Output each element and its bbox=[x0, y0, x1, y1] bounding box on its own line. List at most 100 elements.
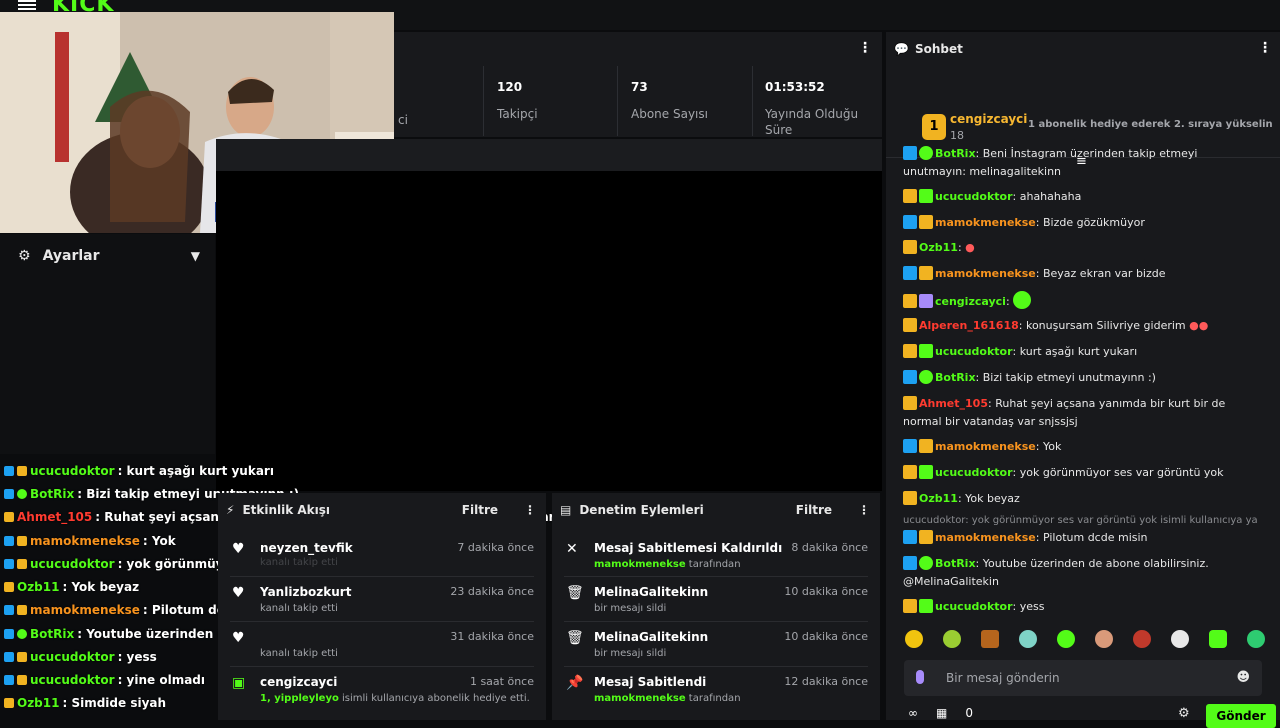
chat-message: ucucudoktor: ahahahaha bbox=[903, 188, 1260, 206]
pin-icon: 📌 bbox=[566, 675, 584, 691]
emote-button[interactable] bbox=[905, 630, 923, 648]
emote bbox=[1013, 291, 1032, 309]
moderation-menu-icon[interactable]: ⋮ bbox=[858, 503, 870, 517]
send-button[interactable]: Gönder bbox=[1206, 704, 1276, 728]
stat-uptime-value: 01:53:52 bbox=[765, 80, 825, 94]
emote-button[interactable] bbox=[981, 630, 999, 648]
reply-preview: ucucudoktor: yok görünmüyor ses var görü… bbox=[903, 515, 1258, 526]
emoji-icon[interactable]: ☻ bbox=[1236, 670, 1250, 685]
chat-message: Ozb11: ● bbox=[903, 239, 1260, 257]
chat-message: BotRix: Beni İnstagram üzerinden takip e… bbox=[903, 146, 1198, 178]
gift-icon: ▣ bbox=[232, 675, 246, 691]
points-count: 0 bbox=[965, 706, 973, 720]
stat-subscribers: 73 Abone Sayısı bbox=[631, 80, 708, 122]
overlay-chat-line: Ozb11 : Simdide siyah bbox=[4, 696, 166, 710]
store-icon[interactable]: ▦ bbox=[936, 706, 947, 720]
overlay-chat-line: Ozb11 : Yok beyaz bbox=[4, 580, 139, 594]
chat-title: Sohbet bbox=[914, 42, 963, 56]
heart-icon: ♥ bbox=[232, 541, 245, 557]
stat-uptime-label: Yayında Olduğu Süre bbox=[765, 107, 859, 137]
moderation-item: 📌 Mesaj Sabitlendi mamokmenekse tarafınd… bbox=[566, 675, 868, 704]
overlay-chat-line: ucucudoktor : kurt aşağı kurt yukarı bbox=[4, 464, 274, 478]
stream-preview bbox=[216, 171, 882, 491]
stats-divider-bar bbox=[216, 139, 882, 171]
chat-message: mamokmenekse: Beyaz ekran var bizde bbox=[903, 265, 1260, 283]
moderation-title: Denetim Eylemleri bbox=[579, 503, 704, 517]
leader-gift-count: 18 bbox=[950, 129, 964, 142]
emote: ● bbox=[965, 241, 975, 254]
microphone-icon[interactable] bbox=[916, 670, 924, 684]
chat-menu-icon[interactable]: ⋮ bbox=[1258, 40, 1272, 56]
stat-followers-label: Takipçi bbox=[497, 107, 538, 121]
leaderboard-hint: 1 abonelik hediye ederek 2. sıraya yükse… bbox=[1028, 119, 1273, 130]
activity-feed-title: Etkinlik Akışı bbox=[242, 503, 331, 517]
activity-item: ♥ kanalı takip etti 31 dakika önce bbox=[232, 630, 534, 659]
emote-button[interactable] bbox=[1095, 630, 1113, 648]
chat-message: Alperen_161618: konuşursam Silivriye gid… bbox=[903, 317, 1260, 335]
activity-feed-panel: ⚡ Etkinlik Akışı Filtre ⋮ ♥ neyzen_tevfi… bbox=[218, 493, 546, 720]
stream-stats-panel: ci 120 Takipçi 73 Abone Sayısı 01:53:52 … bbox=[394, 32, 882, 137]
chat-message: BotRix: Bizi takip etmeyi unutmayınn :) bbox=[903, 369, 1260, 387]
emote-button[interactable] bbox=[1171, 630, 1189, 648]
stat-followers: 120 Takipçi bbox=[497, 80, 538, 122]
chat-message: mamokmenekse: Yok bbox=[903, 438, 1260, 456]
emote-button[interactable] bbox=[1247, 630, 1265, 648]
chat-message: mamokmenekse: Pilotum dcde misin bbox=[903, 529, 1260, 547]
heart-icon: ♥ bbox=[232, 630, 245, 646]
chat-header: 💬 Sohbet bbox=[894, 42, 963, 56]
emote-button[interactable] bbox=[943, 630, 961, 648]
heart-icon: ♥ bbox=[232, 585, 245, 601]
moderation-filter-button[interactable]: Filtre bbox=[796, 503, 832, 517]
stat-followers-value: 120 bbox=[497, 80, 523, 94]
menu-icon[interactable] bbox=[18, 0, 36, 10]
moderation-panel: ▤ Denetim Eylemleri Filtre ⋮ ✕ Mesaj Sab… bbox=[552, 493, 880, 720]
chat-footer: ∞ ▦ 0 ⚙ Gönder bbox=[886, 704, 1280, 728]
overlay-chat-line: ucucudoktor : yess bbox=[4, 650, 157, 664]
stats-menu-icon[interactable]: ⋮ bbox=[858, 40, 872, 56]
leader-username[interactable]: cengizcayci bbox=[950, 112, 1027, 126]
rank-badge: 1 bbox=[922, 114, 946, 140]
overlay-chat-line: mamokmenekse : Yok bbox=[4, 534, 176, 548]
chat-message: Ahmet_105: Ruhat şeyi açsana yanımda bir… bbox=[903, 396, 1226, 428]
chat-message: ucucudoktor: yess bbox=[903, 598, 1260, 616]
trash-icon: 🗑 bbox=[566, 585, 584, 601]
moderation-item: 🗑 MelinaGalitekinn bir mesajı sildi 10 d… bbox=[566, 630, 868, 659]
activity-feed-header: ⚡ Etkinlik Akışı Filtre ⋮ bbox=[226, 503, 536, 517]
stat-subscribers-label: Abone Sayısı bbox=[631, 107, 708, 121]
stat-partial-label: ci bbox=[398, 113, 408, 127]
emote-button[interactable] bbox=[1133, 630, 1151, 648]
chat-message: ucucudoktor: kurt aşağı kurt yukarı bbox=[903, 343, 1260, 361]
emote-button[interactable] bbox=[1019, 630, 1037, 648]
emote-button[interactable] bbox=[1209, 630, 1227, 648]
moderation-item: 🗑 MelinaGalitekinn bir mesajı sildi 10 d… bbox=[566, 585, 868, 614]
activity-menu-icon[interactable]: ⋮ bbox=[524, 503, 536, 517]
stat-subscribers-value: 73 bbox=[631, 80, 648, 94]
settings-header[interactable]: ⚙ Ayarlar ▼ bbox=[18, 248, 200, 264]
overlay-chat-line: ucucudoktor : yine olmadı bbox=[4, 673, 205, 687]
chat-settings-icon[interactable]: ⚙ bbox=[1178, 706, 1190, 721]
infinity-icon[interactable]: ∞ bbox=[908, 706, 918, 720]
chat-input-placeholder: Bir mesaj gönderin bbox=[946, 671, 1060, 685]
activity-filter-button[interactable]: Filtre bbox=[462, 503, 498, 517]
chat-message: BotRix: Youtube üzerinden de abone olabi… bbox=[903, 556, 1209, 588]
unpin-icon: ✕ bbox=[566, 541, 578, 557]
emote-button[interactable] bbox=[1057, 630, 1075, 648]
settings-panel: ⚙ Ayarlar ▼ bbox=[0, 234, 215, 454]
stat-partial: ci bbox=[398, 112, 408, 128]
activity-item: ♥ Yanlizbozkurt kanalı takip etti 23 dak… bbox=[232, 585, 534, 614]
chat-message: ucucudoktor: yok görünmüyor ses var görü… bbox=[903, 464, 1260, 482]
quick-emote-bar bbox=[905, 630, 1265, 648]
moderation-header: ▤ Denetim Eylemleri Filtre ⋮ bbox=[560, 503, 870, 517]
activity-item: ♥ neyzen_tevfik kanalı takip etti 7 daki… bbox=[232, 541, 534, 568]
moderation-item: ✕ Mesaj Sabitlemesi Kaldırıldı mamokmene… bbox=[566, 541, 868, 570]
chat-panel: 💬 Sohbet ⋮ 1 cengizcayci 18 1 abonelik h… bbox=[886, 32, 1280, 728]
chat-input[interactable]: Bir mesaj gönderin ☻ bbox=[904, 660, 1262, 696]
lightning-icon: ⚡ bbox=[226, 503, 235, 517]
chat-message: cengizcayci: bbox=[903, 291, 1260, 311]
chat-message: Ozb11: Yok beyaz bbox=[903, 490, 1260, 508]
chevron-down-icon[interactable]: ▼ bbox=[191, 249, 200, 263]
document-icon: ▤ bbox=[560, 503, 572, 517]
activity-item: ▣ cengizcayci 1, yippleyleyo isimli kull… bbox=[232, 675, 534, 704]
trash-icon: 🗑 bbox=[566, 630, 584, 646]
gear-icon: ⚙ bbox=[18, 248, 31, 264]
